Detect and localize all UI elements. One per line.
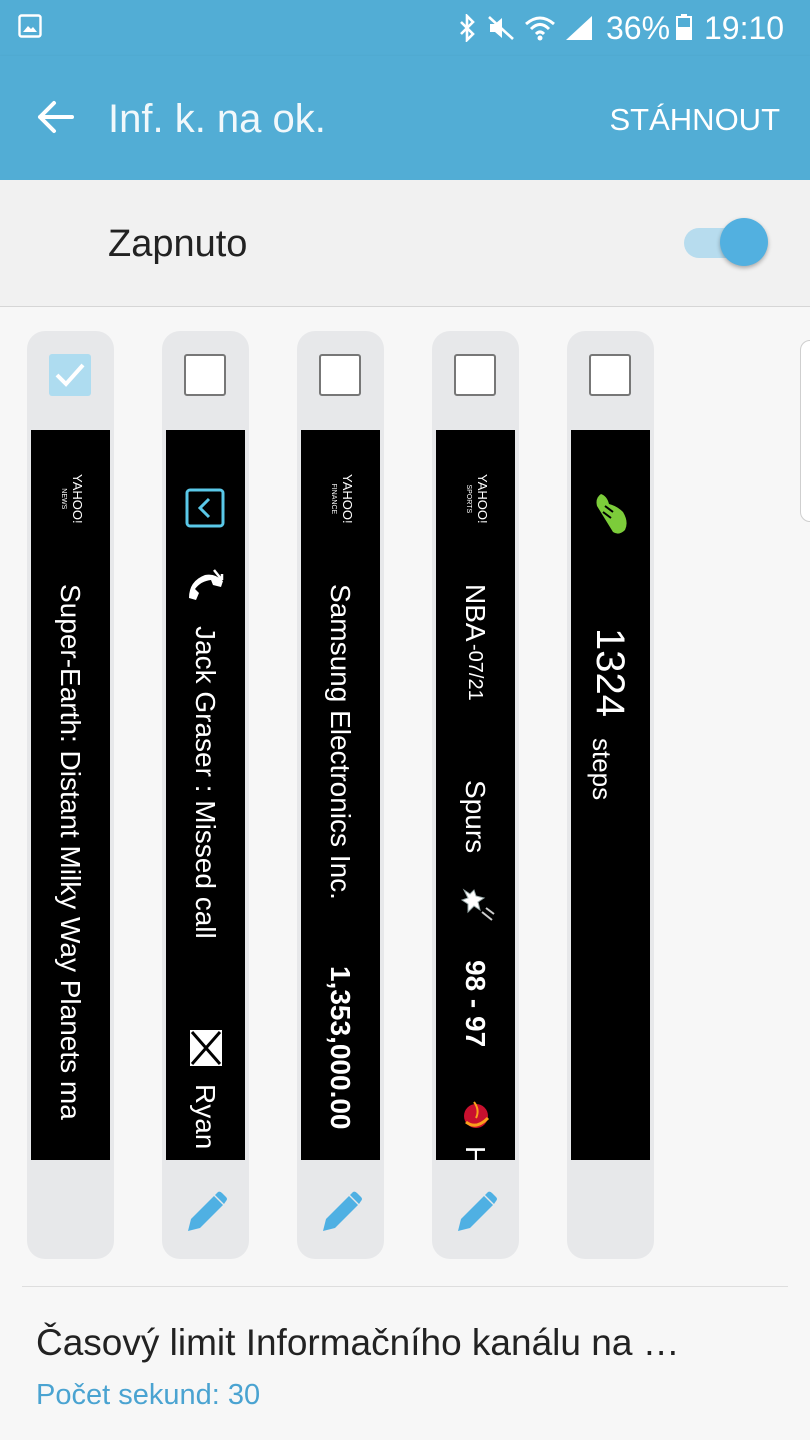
signal-icon [566, 16, 592, 40]
panel-checkbox[interactable] [49, 354, 91, 396]
next-team-text: H [460, 1146, 491, 1160]
next-notification-text: Ryan [190, 1084, 221, 1150]
panel-finance[interactable]: YAHOO! FINANCE Samsung Electronics Inc. … [297, 331, 384, 1259]
master-switch-row[interactable]: Zapnuto [0, 180, 810, 307]
logo-subtext: NEWS [60, 488, 67, 510]
edit-pencil-icon[interactable] [317, 1189, 365, 1237]
status-icons [458, 12, 594, 44]
edit-pencil-icon[interactable] [452, 1189, 500, 1237]
steps-unit: steps [587, 738, 617, 801]
steps-count: 1324 [588, 628, 632, 717]
gallery-icon [18, 14, 42, 38]
page-title: Inf. k. na ok. [108, 97, 326, 141]
next-panel-edge [800, 340, 810, 522]
logo-text: YAHOO! [475, 474, 490, 524]
news-headline: Super-Earth: Distant Milky Way Planets m… [55, 584, 86, 1120]
panel-preview: Jack Graser : Missed call Ryan [166, 430, 245, 1160]
email-icon [190, 1030, 222, 1066]
panel-checkbox[interactable] [589, 354, 631, 396]
timeout-setting-value: Počet sekund: 30 [36, 1379, 261, 1411]
download-button[interactable]: STÁHNOUT [610, 100, 781, 140]
panel-list: YAHOO! NEWS Super-Earth: Distant Milky W… [0, 306, 810, 1286]
timeout-setting-row[interactable]: Časový limit Informačního kanálu na … Po… [0, 1287, 810, 1440]
sports-team: Spurs [460, 780, 491, 854]
timeout-setting-title: Časový limit Informačního kanálu na … [36, 1322, 680, 1363]
master-toggle[interactable] [684, 218, 770, 270]
missed-call-text: Jack Graser : Missed call [190, 626, 221, 939]
status-bar: 36% 19:10 [0, 0, 810, 56]
heat-logo-icon [464, 1101, 490, 1128]
battery-icon [676, 14, 692, 40]
panel-preview: YAHOO! SPORTS NBA -07/21 Spurs 98 - 97 H [436, 430, 515, 1160]
panel-checkbox[interactable] [319, 354, 361, 396]
sports-league: NBA [460, 584, 491, 642]
logo-subtext: FINANCE [330, 483, 337, 515]
yahoo-sports-logo: YAHOO! SPORTS [461, 474, 490, 524]
back-square-icon [185, 488, 225, 528]
sports-date: -07/21 [464, 644, 486, 701]
panel-preview: 1324 steps [571, 430, 650, 1160]
panel-sports[interactable]: YAHOO! SPORTS NBA -07/21 Spurs 98 - 97 H [432, 331, 519, 1259]
spurs-logo-icon [460, 888, 495, 921]
panel-news[interactable]: YAHOO! NEWS Super-Earth: Distant Milky W… [27, 331, 114, 1259]
mute-icon [488, 16, 514, 40]
logo-subtext: SPORTS [465, 484, 472, 514]
panel-preview: YAHOO! FINANCE Samsung Electronics Inc. … [301, 430, 380, 1160]
yahoo-news-logo: YAHOO! NEWS [56, 474, 85, 524]
battery-percent: 36% [606, 10, 671, 46]
phone-missed-icon [189, 569, 224, 600]
logo-text: YAHOO! [340, 474, 355, 524]
wifi-icon [525, 16, 555, 41]
panel-notifications[interactable]: Jack Graser : Missed call Ryan [162, 331, 249, 1259]
shoe-icon [596, 494, 627, 534]
stock-value: 1,353,000.00 [325, 966, 356, 1130]
panel-steps[interactable]: 1324 steps [567, 331, 654, 1259]
check-icon [55, 363, 85, 387]
toggle-thumb [720, 218, 768, 266]
yahoo-finance-logo: YAHOO! FINANCE [326, 474, 355, 524]
app-bar: Inf. k. na ok. STÁHNOUT [0, 56, 810, 180]
panel-checkbox[interactable] [454, 354, 496, 396]
clock: 19:10 [704, 10, 785, 46]
logo-text: YAHOO! [70, 474, 85, 524]
panel-checkbox[interactable] [184, 354, 226, 396]
back-arrow-icon[interactable] [36, 100, 74, 134]
stock-company: Samsung Electronics Inc. [325, 584, 356, 900]
bluetooth-icon [460, 14, 475, 42]
sports-score: 98 - 97 [460, 960, 491, 1048]
panel-preview: YAHOO! NEWS Super-Earth: Distant Milky W… [31, 430, 110, 1160]
edit-pencil-icon[interactable] [182, 1189, 230, 1237]
master-switch-label: Zapnuto [108, 223, 248, 265]
